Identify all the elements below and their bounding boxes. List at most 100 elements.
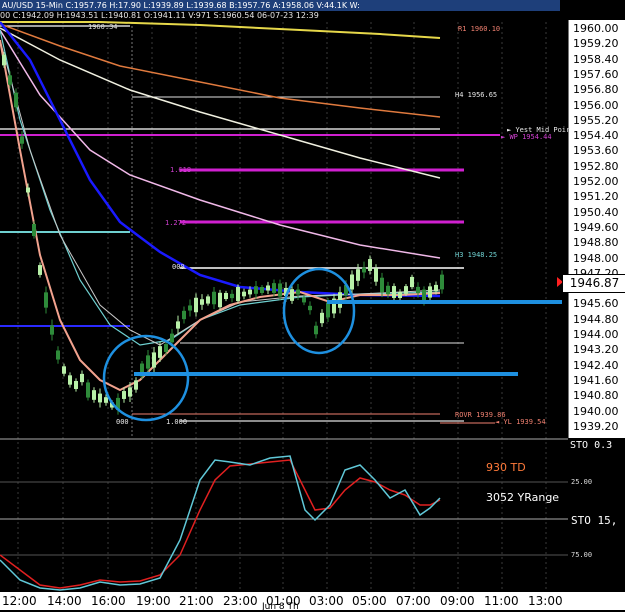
price-tick-label: 1940.80 (573, 389, 619, 403)
yl-text: YL 1939.54 (503, 418, 546, 426)
price-tick-label: 1942.40 (573, 358, 619, 372)
candle-body (302, 297, 306, 303)
wp-text: WP 1954.44 (509, 133, 552, 141)
price-tick-label: 1960.00 (573, 22, 619, 35)
candle-body (38, 265, 42, 275)
candle-body (56, 350, 60, 360)
candle-body (290, 289, 294, 301)
time-tick-label: 16:00 (91, 594, 126, 608)
candle-body (194, 297, 198, 313)
price-tick-label: 1954.40 (573, 129, 619, 143)
candle-body (248, 289, 252, 295)
candle-body (104, 397, 108, 403)
price-tick-label: 1940.00 (573, 404, 619, 418)
candle-body (158, 346, 162, 358)
price-axis[interactable]: 1960.00 1959.20 1958.40 1957.60 1956.80 1956.… (568, 20, 625, 438)
candle-body (164, 344, 168, 352)
candle-body (350, 274, 354, 290)
candle-body (92, 390, 96, 400)
time-tick-label: 07:00 (396, 594, 431, 608)
price-chart[interactable] (0, 0, 625, 610)
candle-body (62, 366, 66, 374)
candle-body (404, 286, 408, 294)
sto-axis-top: STO 0.3 (570, 440, 613, 451)
candle-body (32, 223, 36, 237)
candle-body (278, 283, 282, 297)
sto-axis-75: 75.00 (571, 551, 593, 559)
chart-title: AU/USD 15-Min C:1957.76 H:17.90 L:1939.8… (2, 1, 360, 10)
price-tick-label: 1939.20 (573, 419, 619, 433)
price-tick-label: 1956.00 (573, 98, 619, 112)
candle-body (440, 274, 444, 290)
candle-body (170, 333, 174, 343)
candle-body (206, 296, 210, 304)
price-tick-label: 1955.20 (573, 113, 619, 127)
candle-body (44, 292, 48, 308)
candle-body (20, 136, 24, 144)
price-tick-label: 1944.80 (573, 312, 619, 326)
price-tick-label: 1943.20 (573, 343, 619, 357)
candle-body (380, 277, 384, 293)
candle-body (356, 269, 360, 281)
price-tick-label: 1957.60 (573, 67, 619, 81)
time-tick-label: 05:00 (352, 594, 387, 608)
candle-body (392, 286, 396, 298)
fib-1618-label: 1.618 (170, 166, 192, 174)
fib-1272-label: 1.272 (165, 219, 187, 227)
time-axis-footer: Jun 8 Th (262, 602, 299, 612)
candle-body (212, 291, 216, 305)
candle-body (368, 259, 372, 271)
candle-body (428, 286, 432, 298)
price-tick-label: 1941.60 (573, 373, 619, 387)
candle-body (8, 75, 12, 85)
fib-1000-label: 1.000 (166, 418, 188, 426)
top-left-value: 1960.34 (88, 23, 118, 31)
price-tick-label: 1945.60 (573, 297, 619, 311)
price-tick-label: 1944.00 (573, 328, 619, 341)
fib-000-bottom-label: 000 (116, 418, 129, 426)
yl-label: ◄ YL 1939.54 (495, 418, 546, 426)
time-tick-label: 11:00 (484, 594, 519, 608)
time-tick-label: 13:00 (528, 594, 563, 608)
candle-body (218, 292, 222, 308)
h4-label: H4 1956.65 (455, 91, 498, 99)
candle-body (68, 375, 72, 385)
candle-body (98, 393, 102, 403)
fib-000-top-label: 000 (172, 263, 185, 271)
time-tick-label: 21:00 (179, 594, 214, 608)
chart-title-bar: AU/USD 15-Min C:1957.76 H:17.90 L:1939.8… (0, 0, 560, 11)
h3-label: H3 1948.25 (455, 251, 498, 259)
r1-label: R1 1960.10 (458, 25, 501, 33)
candle-body (434, 284, 438, 292)
time-tick-label: 03:00 (309, 594, 344, 608)
time-axis[interactable]: 12:00 14:00 16:00 19:00 21:00 23:00 01:00 03:00… (0, 592, 625, 612)
td-label: 930 TD (486, 461, 526, 474)
candle-body (326, 302, 330, 318)
candle-body (296, 289, 300, 295)
candle-body (86, 382, 90, 398)
candle-body (242, 291, 246, 297)
candle-body (176, 321, 180, 329)
candle-body (122, 391, 126, 399)
candle-body (152, 352, 156, 368)
candle-body (188, 305, 192, 311)
time-tick-label: 14:00 (47, 594, 82, 608)
candle-body (398, 291, 402, 299)
candle-body (416, 286, 420, 294)
ohlc-text: 00 C:1942.09 H:1943.51 L:1940.81 O:1941.… (0, 11, 319, 20)
candle-body (272, 283, 276, 293)
price-tick-label: 1948.80 (573, 236, 619, 250)
candle-body (14, 92, 18, 108)
time-tick-label: 23:00 (223, 594, 258, 608)
time-tick-label: 12:00 (2, 594, 37, 608)
candle-body (80, 373, 84, 383)
price-tick-label: 1953.60 (573, 144, 619, 158)
price-tick-label: 1950.40 (573, 205, 619, 219)
time-tick-label: 19:00 (136, 594, 171, 608)
current-price-label: 1946.87 (562, 274, 625, 293)
candle-body (308, 305, 312, 311)
price-tick-label: 1952.00 (573, 175, 619, 188)
candle-body (410, 276, 414, 288)
wp-label: ► WP 1954.44 (501, 133, 552, 141)
time-tick-label: 09:00 (440, 594, 475, 608)
